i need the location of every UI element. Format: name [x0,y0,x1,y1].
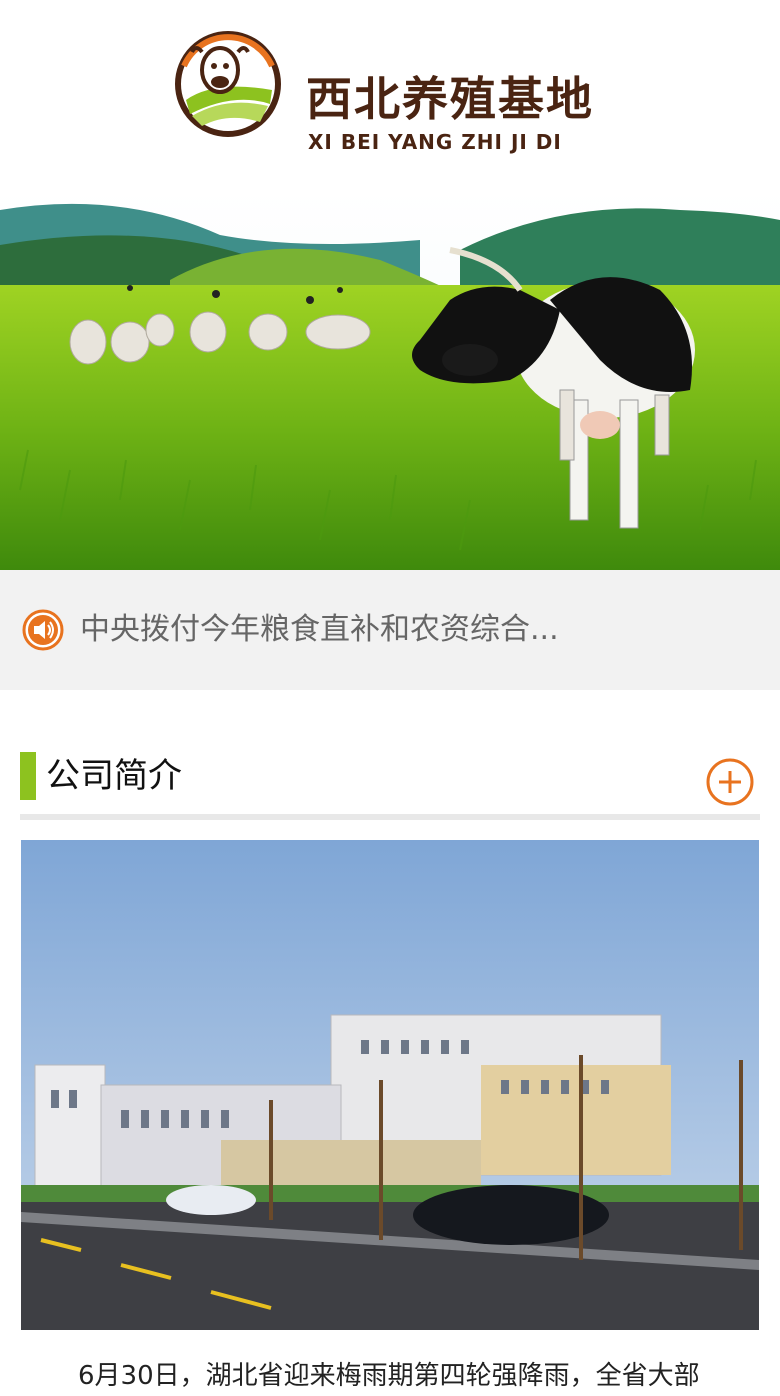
company-intro-text: 6月30日，湖北省迎来梅雨期第四轮强降雨，全省大部 [78,1361,700,1391]
logo-cow-icon [175,31,281,137]
section-divider [20,814,760,820]
site-logo[interactable]: 西北养殖基地 XI BEI YANG ZHI JI DI [174,30,606,152]
section-title-about: 公司简介 [46,756,182,796]
logo-title-cn: 西北养殖基地 [306,72,594,126]
news-ticker-text[interactable]: 中央拨付今年粮食直补和农资综合... [80,609,559,651]
company-building-image [21,840,759,1330]
site-header: 西北养殖基地 XI BEI YANG ZHI JI DI [0,0,780,190]
pasture-banner-image [0,190,780,570]
plus-circle-icon[interactable] [705,757,755,807]
logo-title-en: XI BEI YANG ZHI JI DI [308,130,562,154]
company-photo[interactable] [21,840,759,1330]
section-accent-bar [20,752,36,800]
speaker-icon [22,609,64,651]
hero-banner[interactable] [0,190,780,570]
